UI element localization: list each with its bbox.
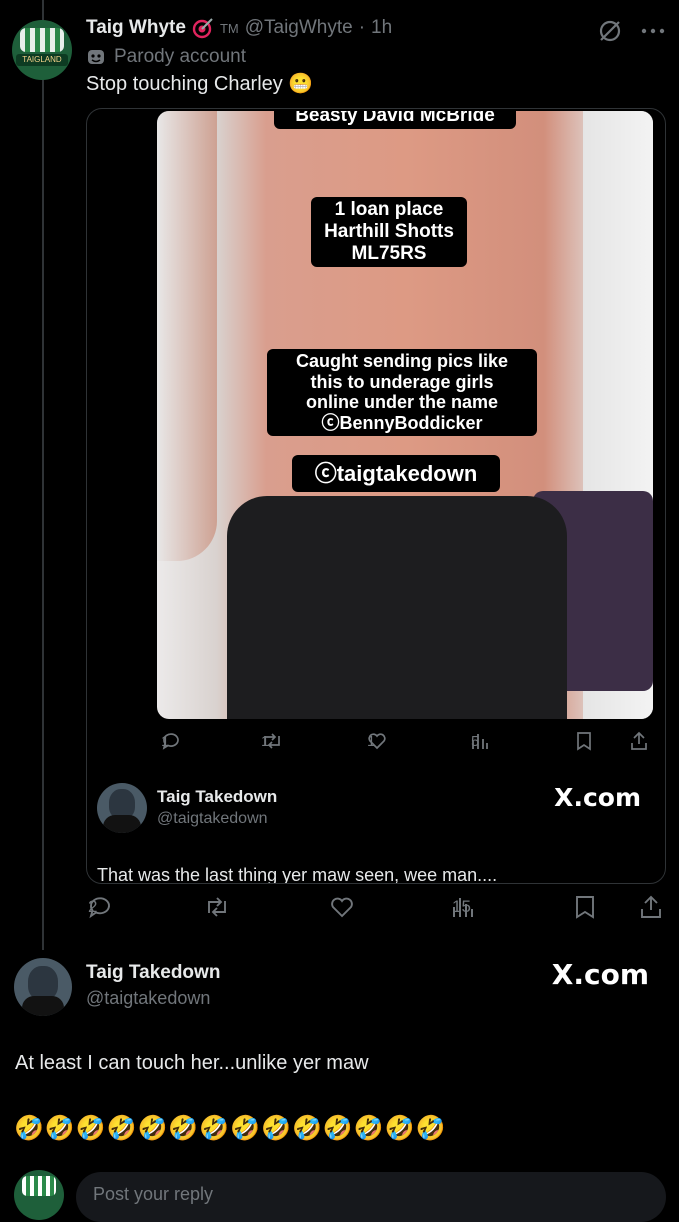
- caught-line: Caught sending pics like: [295, 351, 509, 371]
- quoted-share-icon[interactable]: [629, 731, 649, 751]
- photo-pants: [227, 496, 567, 719]
- tweet-header: Taig Whyte TM @TaigWhyte · 1h: [86, 17, 392, 39]
- quoted-views-count: 5: [471, 732, 480, 750]
- timestamp[interactable]: 1h: [371, 17, 392, 39]
- grok-icon[interactable]: [597, 18, 623, 44]
- compose-avatar-stripes: [22, 1176, 56, 1196]
- reply-button[interactable]: 2: [88, 895, 112, 919]
- quoted-repost-count: 1: [261, 732, 270, 750]
- share-icon[interactable]: [640, 895, 662, 919]
- reply-avatar[interactable]: [14, 958, 72, 1016]
- repost-button[interactable]: [204, 895, 230, 919]
- compose-avatar: [14, 1170, 64, 1220]
- more-icon[interactable]: [641, 27, 665, 35]
- quoted-like-button[interactable]: 1: [367, 731, 387, 751]
- author-name[interactable]: Taig Whyte: [86, 17, 186, 39]
- reply-text: At least I can touch her...unlike yer ma…: [15, 1052, 369, 1074]
- address-line: ML75RS: [351, 242, 427, 264]
- address-line: Harthill Shotts: [324, 220, 454, 242]
- avatar-stripes: [20, 28, 64, 52]
- quoted-photo[interactable]: Beasty David McBride 1 loan place Harthi…: [157, 111, 653, 719]
- header-actions: [597, 18, 665, 44]
- quoted-tweet-card[interactable]: Beasty David McBride 1 loan place Harthi…: [86, 108, 666, 884]
- reply-avatar-head: [28, 966, 58, 1000]
- avatar[interactable]: TAIGLAND: [12, 20, 72, 80]
- grimace-emoji: 😬: [288, 73, 314, 95]
- mask-icon: [86, 47, 106, 67]
- caught-line: online under the name: [305, 392, 499, 413]
- inner-brand: X.com: [554, 783, 641, 812]
- bookmark-icon[interactable]: [574, 895, 596, 919]
- quoted-reply-count: 1: [161, 732, 170, 750]
- overlay-top: Beasty David McBride: [274, 111, 516, 129]
- inner-avatar-body: [103, 815, 141, 833]
- target-icon: [192, 17, 214, 39]
- caught-line: this to underage girls: [310, 371, 494, 392]
- reply-avatar-body: [22, 996, 64, 1016]
- parody-text: Parody account: [114, 46, 247, 67]
- quoted-like-count: 1: [367, 732, 376, 750]
- tweet-text-body: Stop touching Charley: [86, 73, 283, 95]
- overlay-caught: Caught sending pics like this to underag…: [267, 349, 537, 436]
- views-button[interactable]: 15: [452, 895, 474, 919]
- trademark: TM: [219, 20, 239, 36]
- reply-author-handle[interactable]: @taigtakedown: [86, 988, 210, 1009]
- thread-line: [42, 0, 44, 950]
- reply-input-placeholder: Post your reply: [93, 1184, 214, 1204]
- caught-line: ⓒBennyBoddicker: [321, 413, 483, 434]
- quoted-repost-button[interactable]: 1: [261, 731, 283, 751]
- like-button[interactable]: [330, 895, 354, 919]
- inner-author-name[interactable]: Taig Takedown: [157, 787, 277, 807]
- reply-input[interactable]: Post your reply: [76, 1172, 666, 1222]
- quoted-reply-button[interactable]: 1: [161, 731, 181, 751]
- overlay-tag: ⓒtaigtakedown: [292, 455, 500, 493]
- quoted-stats-bar: 1 1 1 5: [87, 729, 665, 759]
- reply-brand: X.com: [551, 958, 649, 991]
- emoji-row: 🤣🤣🤣🤣🤣🤣🤣🤣🤣🤣🤣🤣🤣🤣: [14, 1115, 447, 1142]
- photo-arm: [157, 111, 217, 561]
- inner-author-handle[interactable]: @taigtakedown: [157, 810, 268, 828]
- separator: ·: [358, 17, 366, 38]
- quoted-views-button[interactable]: 5: [471, 731, 489, 751]
- reply-count: 2: [88, 897, 98, 916]
- parody-label: Parody account: [86, 46, 246, 68]
- avatar-banner-text: TAIGLAND: [16, 54, 68, 66]
- inner-tweet-text: That was the last thing yer maw seen, we…: [97, 865, 498, 884]
- views-count: 15: [452, 897, 471, 916]
- main-stats-bar: 2 15: [0, 893, 679, 923]
- author-handle[interactable]: @TaigWhyte: [245, 17, 353, 39]
- quoted-bookmark-icon[interactable]: [575, 731, 593, 751]
- tweet-text: Stop touching Charley 😬: [86, 71, 313, 96]
- inner-avatar[interactable]: [97, 783, 147, 833]
- reply-author-name[interactable]: Taig Takedown: [86, 962, 220, 984]
- address-line: 1 loan place: [334, 199, 444, 220]
- overlay-address: 1 loan place Harthill Shotts ML75RS: [311, 197, 467, 267]
